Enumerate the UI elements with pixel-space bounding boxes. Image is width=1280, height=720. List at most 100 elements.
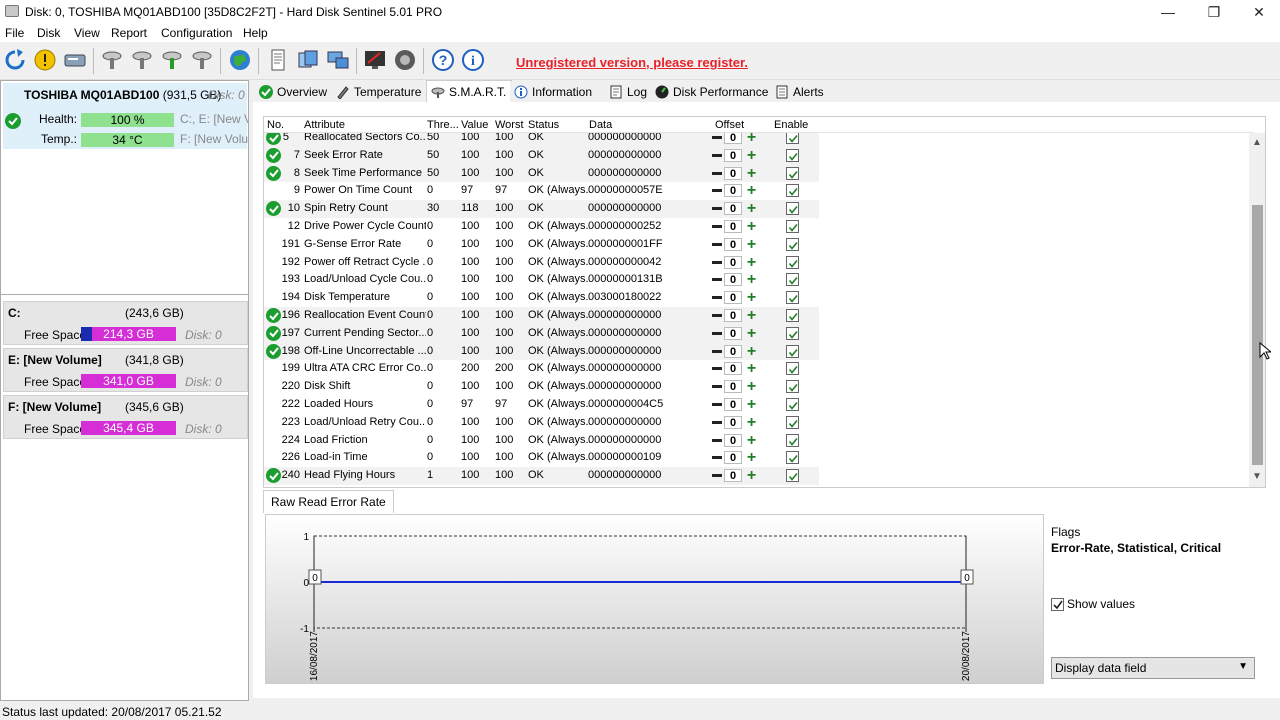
table-row[interactable]: 9 Power On Time Count 0 97 97 OK (Always... 00… (264, 182, 819, 200)
backup-button[interactable] (295, 47, 321, 73)
plus-icon[interactable]: + (745, 343, 758, 359)
table-row[interactable]: 193 Load/Unload Cycle Cou... 0 100 100 OK (Al… (264, 271, 819, 289)
enable-checkbox[interactable] (786, 237, 799, 251)
table-row[interactable]: 220 Disk Shift 0 100 100 OK (Always... 0000000… (264, 378, 819, 396)
table-row[interactable]: 222 Loaded Hours 0 97 97 OK (Always... 0000000… (264, 396, 819, 414)
tab-log[interactable]: Log (605, 82, 653, 102)
minus-icon[interactable] (712, 403, 722, 406)
enable-checkbox[interactable] (786, 309, 799, 322)
conveyance-test-button[interactable] (189, 47, 215, 73)
table-row[interactable]: 192 Power off Retract Cycle ... 0 100 100 OK … (264, 254, 819, 272)
minus-icon[interactable] (712, 278, 722, 282)
enable-checkbox[interactable] (786, 380, 799, 394)
table-row[interactable]: 199 Ultra ATA CRC Error Co... 0 200 200 OK (A… (264, 360, 819, 378)
enable-checkbox[interactable] (786, 255, 799, 269)
offset-value[interactable]: 0 (724, 291, 742, 305)
offset-stepper[interactable]: 0 + (710, 379, 762, 395)
offset-stepper[interactable]: 0 + (710, 183, 762, 199)
offset-stepper[interactable]: 0 + (710, 361, 762, 377)
checkbox-checked-icon[interactable] (1051, 597, 1064, 611)
offset-stepper[interactable]: 0 + (710, 147, 762, 163)
offset-value[interactable]: 0 (724, 309, 742, 322)
plus-icon[interactable]: + (745, 325, 758, 341)
offset-value[interactable]: 0 (724, 184, 742, 198)
table-row[interactable]: 226 Load-in Time 0 100 100 OK (Always... 00000… (264, 449, 819, 467)
alert-button[interactable] (32, 47, 58, 73)
plus-icon[interactable]: + (745, 290, 758, 306)
plus-icon[interactable]: + (745, 183, 758, 199)
minus-icon[interactable] (712, 420, 722, 424)
col-threshold[interactable]: Thre... (427, 119, 459, 131)
minus-icon[interactable] (712, 225, 722, 228)
offset-value[interactable]: 0 (724, 237, 742, 251)
offset-value[interactable]: 0 (724, 148, 742, 162)
offset-value[interactable]: 0 (724, 415, 742, 429)
minus-icon[interactable] (712, 367, 722, 371)
register-link[interactable]: Unregistered version, please register. (516, 55, 748, 70)
minus-icon[interactable] (712, 207, 722, 211)
offset-stepper[interactable]: 0 + (710, 254, 762, 270)
plus-icon[interactable]: + (745, 147, 758, 163)
offset-value[interactable]: 0 (724, 380, 742, 394)
table-row[interactable]: 7 Seek Error Rate 50 100 100 OK 000000000000 0 + (264, 146, 819, 165)
offset-stepper[interactable]: 0 + (710, 236, 762, 252)
enable-checkbox[interactable] (786, 398, 799, 411)
offset-value[interactable]: 0 (724, 469, 742, 483)
offset-value[interactable]: 0 (724, 433, 742, 447)
enable-checkbox[interactable] (786, 433, 799, 447)
plus-icon[interactable]: + (745, 450, 758, 466)
col-value[interactable]: Value (461, 119, 488, 131)
plus-icon[interactable]: + (745, 201, 758, 217)
settings-button[interactable] (392, 47, 418, 73)
menu-disk[interactable]: Disk (37, 26, 60, 40)
tab-overview[interactable]: Overview (255, 82, 333, 102)
extended-test-button[interactable] (159, 47, 185, 73)
table-row[interactable]: 5 Reallocated Sectors Co... 50 100 100 OK 0000… (264, 133, 819, 147)
plus-icon[interactable]: + (745, 236, 758, 252)
enable-checkbox[interactable] (786, 273, 799, 287)
enable-checkbox[interactable] (786, 166, 799, 180)
table-row[interactable]: 240 Head Flying Hours 1 100 100 OK 00000000000… (264, 467, 819, 485)
offset-value[interactable]: 0 (724, 202, 742, 216)
table-row[interactable]: 10 Spin Retry Count 30 118 100 OK 000000000000… (264, 200, 819, 218)
plus-icon[interactable]: + (745, 397, 758, 413)
disk-report-button[interactable] (62, 47, 88, 73)
offset-stepper[interactable]: 0 + (710, 308, 762, 324)
table-row[interactable]: 223 Load/Unload Retry Cou... 0 100 100 OK (Al… (264, 414, 819, 432)
plus-icon[interactable]: + (745, 254, 758, 270)
offset-value[interactable]: 0 (724, 451, 742, 465)
table-row[interactable]: 196 Reallocation Event Count 0 100 100 OK (Al… (264, 307, 819, 325)
minus-icon[interactable] (712, 385, 722, 389)
offset-value[interactable]: 0 (724, 273, 742, 287)
short-test-button[interactable] (129, 47, 155, 73)
tab-raw-read-error-rate[interactable]: Raw Read Error Rate (263, 490, 394, 513)
minus-icon[interactable] (712, 349, 722, 353)
enable-checkbox[interactable] (786, 184, 799, 198)
offset-stepper[interactable]: 0 + (710, 201, 762, 217)
surface-test-button[interactable] (99, 47, 125, 73)
minus-icon[interactable] (712, 171, 722, 175)
menu-file[interactable]: File (5, 26, 24, 40)
plus-icon[interactable]: + (745, 361, 758, 377)
table-row[interactable]: 194 Disk Temperature 0 100 100 OK (Always... 0… (264, 289, 819, 307)
offset-value[interactable]: 0 (724, 398, 742, 411)
minus-icon[interactable] (712, 456, 722, 460)
offset-stepper[interactable]: 0 + (710, 290, 762, 306)
plus-icon[interactable]: + (745, 468, 758, 484)
menu-report[interactable]: Report (111, 26, 147, 40)
enable-checkbox[interactable] (786, 451, 799, 465)
col-status[interactable]: Status (528, 119, 559, 131)
enable-checkbox[interactable] (786, 133, 799, 144)
volume-e[interactable]: E: [New Volume] (341,8 GB) Free Space 34… (3, 348, 248, 392)
close-button[interactable]: ✕ (1236, 0, 1280, 24)
enable-checkbox[interactable] (786, 415, 799, 429)
plus-icon[interactable]: + (745, 133, 758, 146)
enable-checkbox[interactable] (786, 148, 799, 162)
volume-c[interactable]: C: (243,6 GB) Free Space 214,3 GB Disk: … (3, 301, 248, 345)
table-row[interactable]: 224 Load Friction 0 100 100 OK (Always... 0000… (264, 432, 819, 450)
offset-value[interactable]: 0 (724, 166, 742, 180)
minus-icon[interactable] (712, 474, 722, 478)
enable-checkbox[interactable] (786, 291, 799, 305)
offset-stepper[interactable]: 0 + (710, 219, 762, 235)
offset-stepper[interactable]: 0 + (710, 133, 762, 146)
